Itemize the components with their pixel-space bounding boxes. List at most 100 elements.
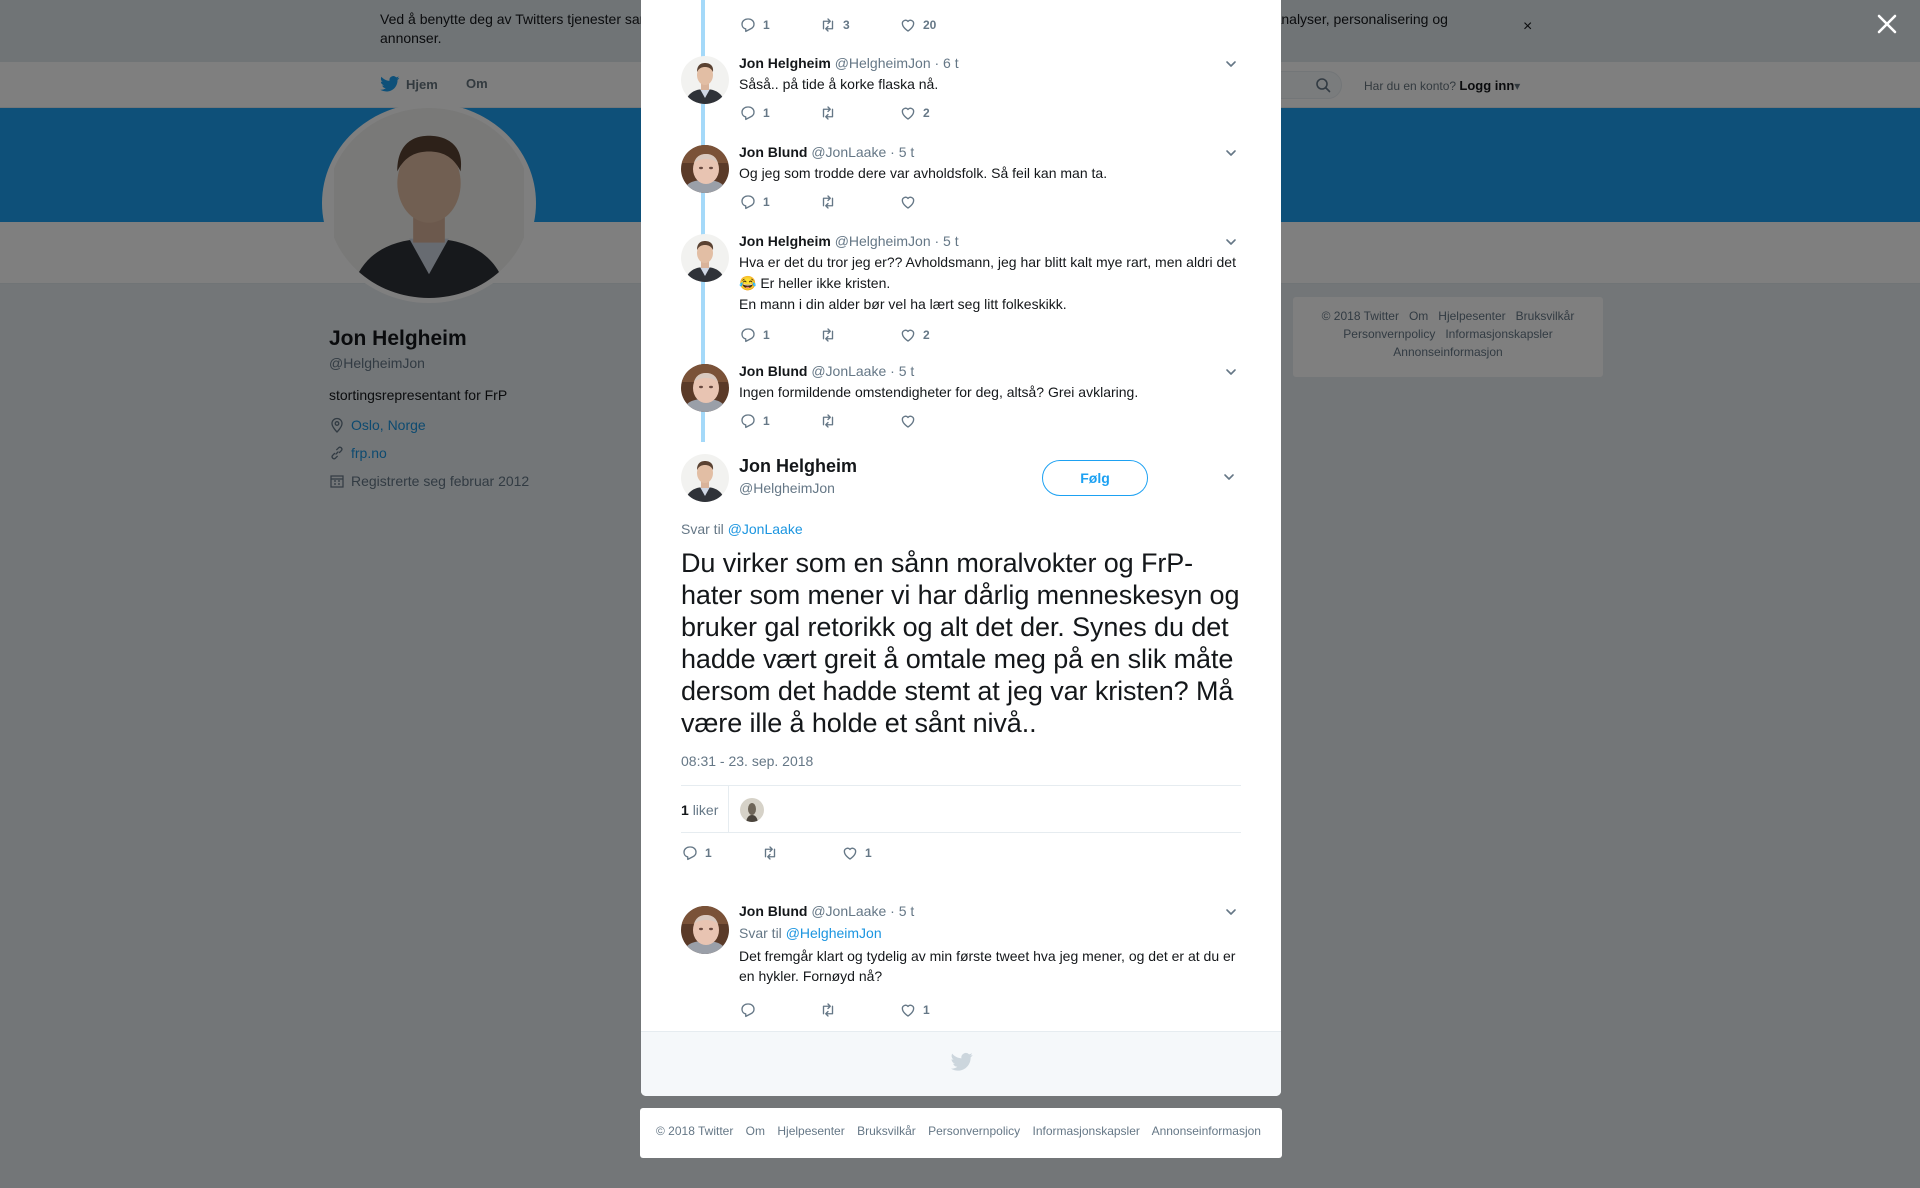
tweet-text: Det fremgår klart og tydelig av min førs…: [739, 948, 1236, 984]
thread-tweet[interactable]: Jon Blund @JonLaake · 5 t Ingen formilde…: [681, 362, 1241, 442]
like-button[interactable]: 2: [899, 326, 979, 344]
tweet-time[interactable]: · 5 t: [890, 144, 914, 160]
reply-button[interactable]: [739, 1001, 819, 1019]
tweet-actions: 1: [739, 193, 979, 211]
reply-icon: [739, 16, 757, 34]
thread-tweet[interactable]: Jon Helgheim @HelgheimJon · 5 t Hva er d…: [681, 232, 1241, 352]
tweet-text: Såså.. på tide å korke flaska nå.: [739, 76, 939, 92]
reply-icon: [739, 326, 757, 344]
stats-divider: [728, 786, 729, 832]
like-count: 1: [865, 846, 872, 860]
author-name[interactable]: Jon Blund: [739, 363, 807, 379]
reply-to-link[interactable]: @HelgheimJon: [786, 925, 882, 941]
chevron-down-icon[interactable]: [1225, 906, 1237, 918]
like-button[interactable]: 1: [841, 844, 921, 862]
reply-button[interactable]: 1: [681, 844, 761, 862]
like-button[interactable]: 20: [899, 16, 979, 34]
like-count: 1: [923, 1003, 930, 1017]
thread-tweet[interactable]: Jon Helgheim @HelgheimJon · 6 t Såså.. p…: [681, 54, 1241, 134]
reply-button[interactable]: 1: [739, 412, 819, 430]
footer-link-help[interactable]: Hjelpesenter: [777, 1124, 844, 1138]
retweet-button[interactable]: [819, 104, 899, 122]
retweet-button[interactable]: [819, 326, 899, 344]
likes-stat-count: 1: [681, 802, 689, 818]
reply-to-link[interactable]: @JonLaake: [728, 521, 803, 537]
follow-button[interactable]: Følg: [1042, 460, 1148, 496]
footer-link-about[interactable]: Om: [746, 1124, 765, 1138]
author-name[interactable]: Jon Blund: [739, 144, 807, 160]
heart-icon: [899, 1001, 917, 1019]
footer-link-ads[interactable]: Annonseinformasjon: [1152, 1124, 1261, 1138]
retweet-button[interactable]: [819, 1001, 899, 1019]
tweet-text: Og jeg som trodde dere var avholdsfolk. …: [739, 165, 1108, 181]
author-name[interactable]: Jon Helgheim: [739, 456, 857, 477]
heart-icon: [899, 104, 917, 122]
reply-button[interactable]: 1: [739, 193, 819, 211]
like-button[interactable]: [899, 412, 979, 430]
tweet-time[interactable]: · 5 t: [890, 903, 914, 919]
like-button[interactable]: 2: [899, 104, 979, 122]
like-button[interactable]: 1: [899, 1001, 979, 1019]
author-name[interactable]: Jon Helgheim: [739, 55, 831, 71]
tweet-time[interactable]: · 6 t: [935, 55, 959, 71]
retweet-button[interactable]: 3: [819, 16, 899, 34]
heart-icon: [899, 326, 917, 344]
reply-button[interactable]: 1: [739, 326, 819, 344]
chevron-down-icon[interactable]: [1225, 147, 1237, 159]
avatar[interactable]: [681, 234, 729, 282]
avatar[interactable]: [681, 56, 729, 104]
heart-icon: [899, 16, 917, 34]
chevron-down-icon[interactable]: [1223, 471, 1235, 483]
tweet-text: Du virker som en sånn moralvokter og FrP…: [681, 548, 1240, 738]
retweet-button[interactable]: [819, 412, 899, 430]
tweet-header: Jon Helgheim @HelgheimJon · 6 t: [739, 54, 1241, 72]
author-handle[interactable]: @HelgheimJon: [835, 55, 931, 71]
author-handle[interactable]: @HelgheimJon: [739, 480, 835, 496]
reply-icon: [681, 844, 699, 862]
tweet-text-line: En mann i din alder bør vel ha lært seg …: [739, 296, 1067, 312]
avatar[interactable]: [681, 906, 729, 954]
heart-icon: [899, 193, 917, 211]
chevron-down-icon[interactable]: [1225, 366, 1237, 378]
chevron-down-icon[interactable]: [1225, 58, 1237, 70]
author-handle[interactable]: @JonLaake: [811, 363, 886, 379]
reply-count: 1: [763, 195, 770, 209]
reply-button[interactable]: 1: [739, 104, 819, 122]
liker-avatar[interactable]: [740, 798, 764, 822]
footer-link-terms[interactable]: Bruksvilkår: [857, 1124, 916, 1138]
tweet-actions: 1 2: [739, 104, 979, 122]
retweet-count: 3: [843, 18, 850, 32]
footer-link-privacy[interactable]: Personvernpolicy: [928, 1124, 1020, 1138]
tweet-header: Jon Helgheim @HelgheimJon · 5 t: [739, 232, 1241, 250]
tweet-actions: 1 2: [739, 326, 979, 344]
close-icon[interactable]: [1874, 11, 1900, 37]
tweet-time[interactable]: · 5 t: [935, 233, 959, 249]
author-handle[interactable]: @JonLaake: [811, 144, 886, 160]
chevron-down-icon[interactable]: [1225, 236, 1237, 248]
retweet-button[interactable]: [761, 844, 841, 862]
avatar[interactable]: [681, 364, 729, 412]
author-name[interactable]: Jon Blund: [739, 903, 807, 919]
liker-avatar-image: [740, 798, 764, 822]
reply-count: 1: [763, 328, 770, 342]
author-handle[interactable]: @JonLaake: [811, 903, 886, 919]
reply-prefix: Svar til: [739, 925, 782, 941]
tweet-header: Jon Blund @JonLaake · 5 t: [739, 902, 1241, 920]
footer-link-cookies[interactable]: Informasjonskapsler: [1033, 1124, 1140, 1138]
likes-stat[interactable]: 1 liker: [681, 802, 718, 818]
retweet-icon: [819, 193, 837, 211]
thread-tweet[interactable]: Jon Blund @JonLaake · 5 t Og jeg som tro…: [681, 143, 1241, 223]
reply-tweet[interactable]: Jon Blund @JonLaake · 5 t Svar til @Helg…: [681, 902, 1241, 1022]
reply-button[interactable]: 1: [739, 16, 819, 34]
avatar[interactable]: [681, 145, 729, 193]
retweet-button[interactable]: [819, 193, 899, 211]
author-handle[interactable]: @HelgheimJon: [835, 233, 931, 249]
tweet-stats: 1 liker: [681, 785, 1241, 833]
author-name[interactable]: Jon Helgheim: [739, 233, 831, 249]
avatar[interactable]: [681, 454, 729, 502]
tweet-timestamp[interactable]: 08:31 - 23. sep. 2018: [681, 753, 813, 769]
tweet-time[interactable]: · 5 t: [890, 363, 914, 379]
like-button[interactable]: [899, 193, 979, 211]
reply-context: Svar til @HelgheimJon: [739, 925, 1241, 941]
tweet-actions: 1: [739, 412, 979, 430]
